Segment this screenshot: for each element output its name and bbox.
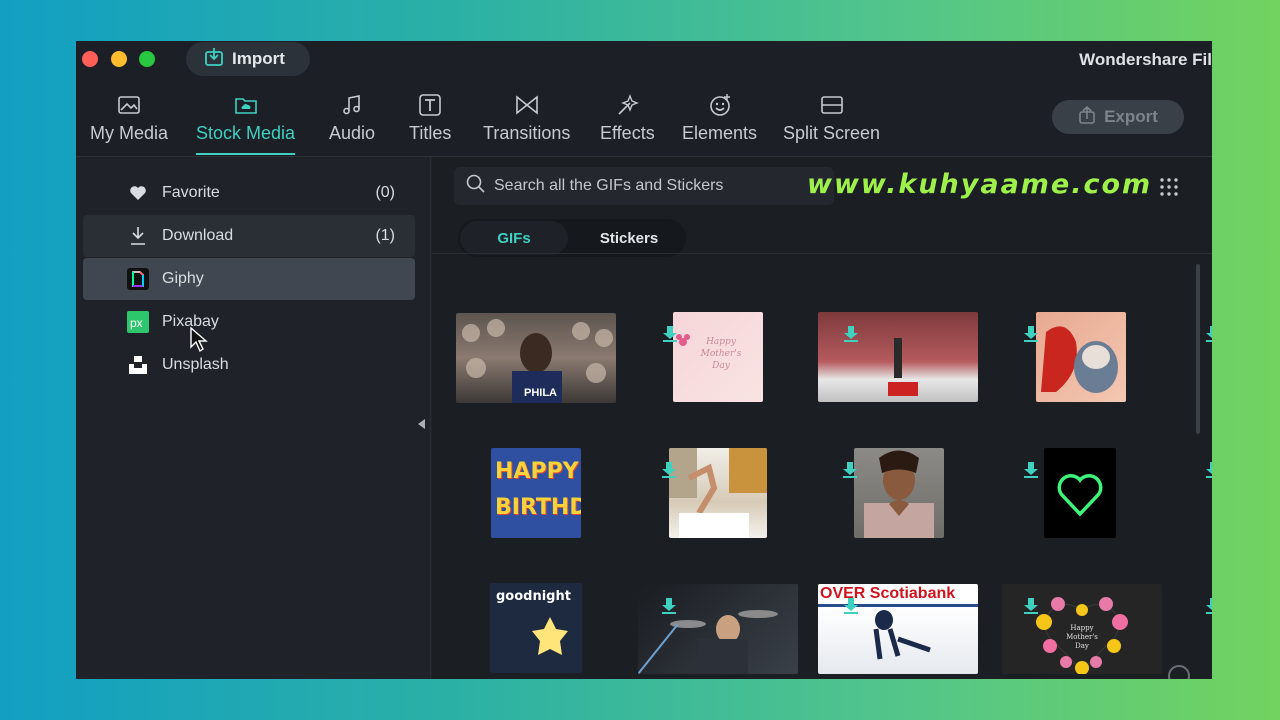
thumb-caption: Happy Mother's Day: [700, 337, 742, 371]
sidebar-item-label: Download: [162, 227, 234, 244]
heart-icon: [127, 182, 149, 204]
tab-label: Split Screen: [783, 123, 881, 143]
download-gif-icon[interactable]: [662, 462, 676, 478]
tab-my-media[interactable]: My Media: [90, 93, 168, 153]
download-gif-icon[interactable]: [1024, 462, 1038, 478]
gif-thumbnail-happy-birthday[interactable]: HAPPY BIRTHDAY: [491, 448, 581, 538]
maximize-window-button[interactable]: [139, 51, 155, 67]
stickers-tab[interactable]: Stickers: [574, 221, 684, 255]
export-label: Export: [1104, 107, 1158, 126]
gif-thumbnail-neon-heart[interactable]: [1044, 448, 1116, 538]
svg-text:px: px: [130, 316, 143, 330]
effects-sparkle-icon: [615, 93, 640, 117]
sidebar-item-count: (0): [375, 184, 395, 201]
download-gif-icon[interactable]: [1024, 326, 1038, 342]
smiley-icon: [708, 93, 732, 117]
mouse-cursor-icon: [190, 327, 208, 353]
text-icon: [418, 93, 442, 117]
download-gif-icon[interactable]: [1024, 598, 1038, 614]
gif-thumbnail-mothers-day-card[interactable]: Happy Mother's Day: [673, 312, 763, 402]
sidebar-item-download[interactable]: Download (1): [83, 215, 415, 257]
tab-effects[interactable]: Effects: [600, 93, 655, 153]
thumb-caption: Happy Mother's Day: [1066, 624, 1098, 650]
download-gif-icon[interactable]: [843, 462, 857, 478]
sidebar-item-label: Favorite: [162, 184, 220, 201]
tab-elements[interactable]: Elements: [682, 93, 757, 153]
export-icon: [1078, 105, 1096, 129]
title-bar: Import Wondershare Fil: [76, 41, 1212, 85]
tab-audio[interactable]: Audio: [329, 93, 375, 153]
tab-split-screen[interactable]: Split Screen: [783, 93, 880, 153]
import-icon: [204, 47, 224, 72]
giphy-icon: [127, 268, 149, 290]
search-input[interactable]: Search all the GIFs and Stickers: [494, 177, 723, 195]
download-gif-icon[interactable]: [844, 598, 858, 614]
tab-transitions[interactable]: Transitions: [483, 93, 570, 153]
gif-sticker-toggle: GIFs Stickers: [458, 219, 686, 257]
gif-thumbnail-man-heart-hands[interactable]: [854, 448, 944, 538]
tab-label: Effects: [600, 123, 655, 143]
gif-thumbnail-cartoon-cat[interactable]: [1036, 312, 1126, 402]
download-gif-icon[interactable]: [663, 326, 677, 342]
tab-label: Stock Media: [196, 123, 296, 143]
stock-media-panel: Search all the GIFs and Stickers www.kuh…: [432, 157, 1212, 679]
download-gif-icon[interactable]: [662, 598, 676, 614]
gif-thumbnail-crowd-arena[interactable]: [818, 312, 978, 402]
sidebar-item-giphy[interactable]: Giphy: [83, 258, 415, 300]
download-icon: [127, 225, 149, 247]
help-icon[interactable]: [1168, 665, 1190, 679]
sidebar-item-favorite[interactable]: Favorite (0): [83, 172, 415, 214]
app-window: Import Wondershare Fil My Media Stock Me…: [76, 41, 1212, 679]
unsplash-icon: [127, 354, 149, 376]
thumb-caption: HAPPY BIRTHDAY: [495, 459, 581, 520]
sidebar-item-pixabay[interactable]: px Pixabay: [83, 301, 415, 343]
export-button[interactable]: Export: [1052, 100, 1184, 134]
tab-bar: My Media Stock Media Audio Titles Transi…: [76, 85, 1212, 157]
app-title: Wondershare Fil: [1079, 50, 1212, 69]
collapse-sidebar-arrow-icon[interactable]: [418, 419, 425, 429]
minimize-window-button[interactable]: [111, 51, 127, 67]
gif-thumbnail-basketball-fans[interactable]: PHILA: [456, 313, 616, 403]
gif-thumbnail-hockey[interactable]: OVER Scotiabank: [818, 584, 978, 674]
search-icon: [466, 174, 486, 199]
search-bar[interactable]: Search all the GIFs and Stickers: [454, 167, 834, 205]
divider: [432, 253, 1212, 254]
watermark-text: www.kuhyaame.com: [807, 169, 1153, 200]
sidebar-item-unsplash[interactable]: Unsplash: [83, 344, 415, 386]
sidebar: Favorite (0) Download (1) Giphy px Pixab…: [76, 157, 431, 679]
download-gif-icon[interactable]: [1206, 462, 1212, 478]
tab-label: Elements: [682, 123, 758, 143]
music-note-icon: [340, 93, 364, 117]
sidebar-item-label: Giphy: [162, 270, 204, 287]
download-gif-icon[interactable]: [1206, 598, 1212, 614]
transition-icon: [515, 93, 539, 117]
gif-thumbnail-goodnight[interactable]: goodnight: [490, 583, 582, 673]
sidebar-item-label: Unsplash: [162, 356, 229, 373]
scrollbar[interactable]: [1196, 264, 1200, 434]
sidebar-item-count: (1): [375, 227, 395, 244]
tab-titles[interactable]: Titles: [409, 93, 451, 153]
tab-label: Audio: [329, 123, 376, 143]
pixabay-icon: px: [127, 311, 149, 333]
tab-stock-media[interactable]: Stock Media: [196, 93, 296, 155]
tab-label: My Media: [90, 123, 169, 143]
download-gif-icon[interactable]: [1206, 326, 1212, 342]
tab-label: Titles: [409, 123, 452, 143]
grid-view-icon[interactable]: [1159, 177, 1179, 197]
close-window-button[interactable]: [82, 51, 98, 67]
download-gif-icon[interactable]: [844, 326, 858, 342]
import-button[interactable]: Import: [186, 42, 310, 76]
tab-label: Transitions: [483, 123, 571, 143]
split-screen-icon: [820, 93, 844, 117]
gif-thumbnail-bedroom-dance[interactable]: [669, 448, 767, 538]
cloud-folder-icon: [234, 93, 258, 117]
image-icon: [117, 93, 141, 117]
gifs-tab[interactable]: GIFs: [460, 221, 568, 255]
thumb-caption: PHILA: [524, 387, 557, 399]
import-label: Import: [232, 49, 285, 68]
